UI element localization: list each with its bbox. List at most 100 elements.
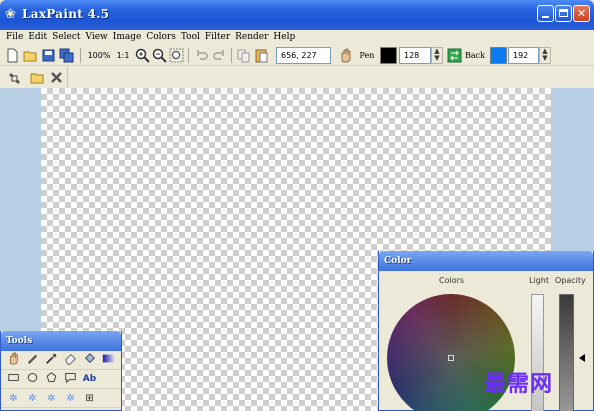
rectangle-tool[interactable] xyxy=(5,371,22,388)
actual-size-button[interactable]: 1:1 xyxy=(115,47,131,64)
close-icon: ✕ xyxy=(576,7,587,20)
pan-tool[interactable] xyxy=(5,351,22,369)
menu-file[interactable]: File xyxy=(5,30,27,45)
close-image-button[interactable] xyxy=(48,69,65,86)
zoom-percent-button[interactable]: 100% xyxy=(86,47,112,64)
tools-panel-title[interactable]: Tools xyxy=(1,331,121,351)
color-panel-title[interactable]: Color xyxy=(379,251,593,271)
zoom-fit-button[interactable] xyxy=(168,47,184,64)
eraser-tool[interactable] xyxy=(62,352,79,369)
menu-tool[interactable]: Tool xyxy=(180,30,204,45)
pen-opacity-input[interactable]: 128 xyxy=(399,47,431,64)
copy-button[interactable] xyxy=(235,47,251,64)
menu-select[interactable]: Select xyxy=(51,30,84,45)
text-tool[interactable]: Ab xyxy=(81,371,98,388)
sparkle-icon: ✲ xyxy=(9,392,18,404)
menu-help[interactable]: Help xyxy=(272,30,299,45)
ellipse-icon xyxy=(27,372,38,382)
paste-button[interactable] xyxy=(253,47,269,64)
speech-bubble-icon xyxy=(65,372,76,383)
gradient-tool[interactable] xyxy=(100,352,117,369)
zoom-fit-icon xyxy=(169,48,183,63)
redo-button[interactable] xyxy=(211,47,227,64)
menu-render[interactable]: Render xyxy=(234,30,272,45)
pen-opacity-spinner[interactable]: ▲ ▼ xyxy=(431,47,443,64)
grid-tool[interactable]: ⊞ xyxy=(81,390,98,407)
minimize-button[interactable] xyxy=(537,5,554,22)
minimize-icon xyxy=(542,16,549,18)
resize-icon xyxy=(9,73,20,84)
close-x-icon xyxy=(51,72,62,83)
secondary-toolbar xyxy=(0,67,594,88)
sparkle-icon: ✲ xyxy=(66,392,75,404)
copy-icon xyxy=(237,49,249,63)
zoom-in-button[interactable] xyxy=(134,47,150,64)
swap-colors-button[interactable] xyxy=(446,47,462,64)
eraser-icon xyxy=(65,353,76,365)
maximize-button[interactable] xyxy=(555,5,572,22)
zoom-in-icon xyxy=(135,48,150,63)
cursor-coordinates: 656, 227 xyxy=(276,47,331,64)
pan-button[interactable] xyxy=(337,47,353,64)
sparkle-icon: ✲ xyxy=(28,392,37,404)
sparkle-tool-3[interactable]: ✲ xyxy=(43,390,60,407)
pen-color-swatch[interactable] xyxy=(380,47,397,64)
pen-label: Pen xyxy=(359,51,375,60)
brush-tool[interactable] xyxy=(43,352,60,369)
close-button[interactable]: ✕ xyxy=(573,5,590,22)
menu-image[interactable]: Image xyxy=(112,30,146,45)
save-button[interactable] xyxy=(40,47,57,64)
menu-view[interactable]: View xyxy=(85,30,112,45)
window-title: LaxPaint 4.5 xyxy=(22,7,110,21)
open-folder-button[interactable] xyxy=(29,69,46,86)
hand-icon xyxy=(10,351,18,365)
brush-icon xyxy=(46,353,57,364)
opacity-slider-handle[interactable] xyxy=(579,354,585,362)
back-label: Back xyxy=(465,51,485,60)
paste-icon xyxy=(255,49,267,63)
opacity-slider[interactable] xyxy=(559,294,574,411)
redo-icon xyxy=(212,50,224,60)
zoom-out-button[interactable] xyxy=(151,47,167,64)
watermark-logo: 最需网 xyxy=(484,371,554,397)
open-file-button[interactable] xyxy=(22,47,39,64)
pencil-tool[interactable] xyxy=(24,352,41,369)
toolbar-separator xyxy=(188,48,189,63)
zoom-out-icon xyxy=(152,48,167,63)
menu-colors[interactable]: Colors xyxy=(145,30,180,45)
save-all-button[interactable] xyxy=(58,47,75,64)
menu-edit[interactable]: Edit xyxy=(27,30,51,45)
new-file-icon xyxy=(7,48,18,63)
fill-tool[interactable] xyxy=(81,352,98,369)
folder-icon xyxy=(30,73,44,84)
ellipse-tool[interactable] xyxy=(24,371,41,388)
back-opacity-input[interactable]: 192 xyxy=(508,47,539,64)
title-bar[interactable]: ❀ LaxPaint 4.5 ✕ xyxy=(0,0,594,30)
sparkle-tool-1[interactable]: ✲ xyxy=(5,390,22,407)
save-all-icon xyxy=(59,48,74,63)
opacity-label: Opacity xyxy=(555,276,586,285)
save-icon xyxy=(42,49,55,62)
app-logo-icon: ❀ xyxy=(5,7,16,22)
polygon-tool[interactable] xyxy=(43,371,60,388)
pencil-icon xyxy=(27,354,38,364)
tools-row-2: Ab xyxy=(1,370,121,389)
toolbar-separator xyxy=(80,48,81,63)
hand-icon xyxy=(341,48,350,63)
gradient-icon xyxy=(102,354,115,362)
new-file-button[interactable] xyxy=(4,47,21,64)
sparkle-tool-4[interactable]: ✲ xyxy=(62,390,79,407)
back-opacity-spinner[interactable]: ▲ ▼ xyxy=(539,47,551,64)
resize-canvas-button[interactable] xyxy=(7,70,21,87)
tools-row-1 xyxy=(1,351,121,370)
color-wheel-picker[interactable] xyxy=(448,355,454,361)
rectangle-icon xyxy=(8,373,19,381)
colors-label: Colors xyxy=(439,276,465,285)
menu-filter[interactable]: Filter xyxy=(204,30,234,45)
toolbar-separator xyxy=(231,48,232,63)
tools-panel: Tools Ab ✲ ✲ ✲ ✲ ⊞ xyxy=(0,331,122,411)
back-color-swatch[interactable] xyxy=(490,47,507,64)
undo-button[interactable] xyxy=(193,47,209,64)
sparkle-tool-2[interactable]: ✲ xyxy=(24,390,41,407)
freeform-shape-tool[interactable] xyxy=(62,371,79,388)
